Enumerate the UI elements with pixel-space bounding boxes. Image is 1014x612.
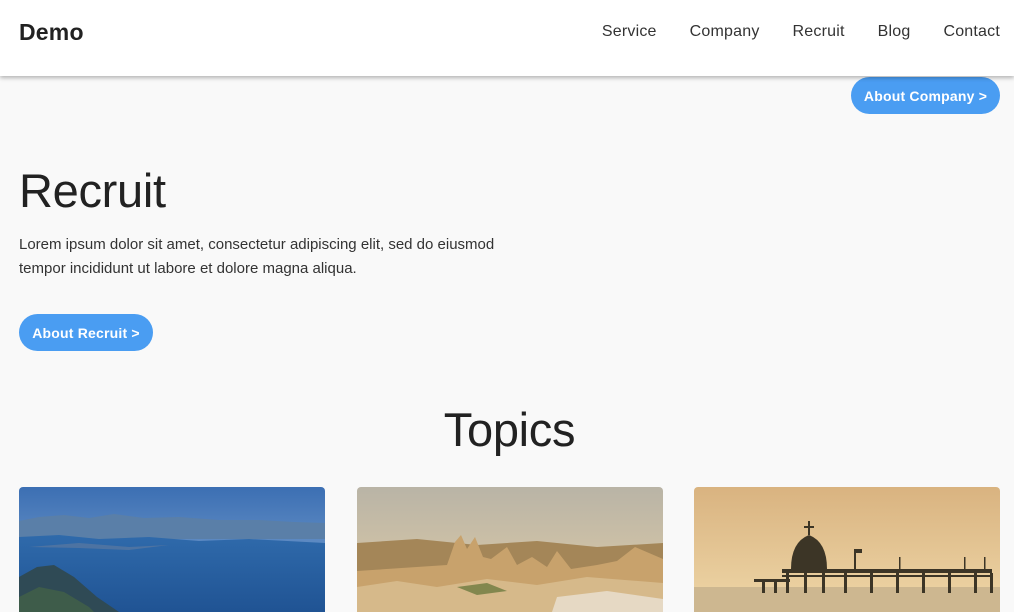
- main-nav: Service Company Recruit Blog Contact: [602, 23, 1000, 41]
- nav-recruit[interactable]: Recruit: [793, 23, 845, 41]
- recruit-title: Recruit: [19, 164, 166, 217]
- about-company-button[interactable]: About Company >: [851, 77, 1000, 114]
- topic-card-pier[interactable]: [694, 487, 1000, 612]
- site-logo[interactable]: Demo: [19, 19, 84, 46]
- pier-sunset-image: [694, 487, 1000, 612]
- sea-landscape-image: [19, 487, 325, 612]
- about-recruit-button[interactable]: About Recruit >: [19, 314, 153, 351]
- site-header: Demo Service Company Recruit Blog Contac…: [0, 0, 1014, 76]
- topic-card-sea[interactable]: [19, 487, 325, 612]
- nav-blog[interactable]: Blog: [878, 23, 911, 41]
- nav-contact[interactable]: Contact: [943, 23, 1000, 41]
- recruit-description: Lorem ipsum dolor sit amet, consectetur …: [19, 236, 495, 277]
- nav-service[interactable]: Service: [602, 23, 657, 41]
- desert-landscape-image: [357, 487, 663, 612]
- topic-card-desert[interactable]: [357, 487, 663, 612]
- nav-company[interactable]: Company: [690, 23, 760, 41]
- topics-title: Topics: [443, 403, 576, 456]
